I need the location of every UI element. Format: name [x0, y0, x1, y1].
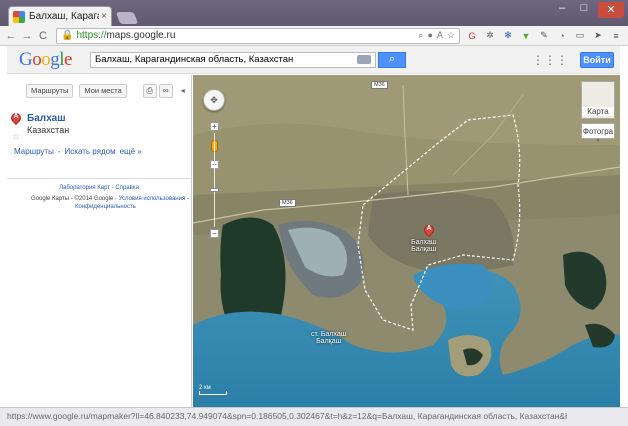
- map-scale: 2 км: [199, 385, 227, 395]
- map-type-control: Карта Фотогра ▼: [581, 81, 615, 144]
- panel-divider: [7, 178, 191, 179]
- result-marker-icon: A: [8, 110, 24, 127]
- routes-button[interactable]: Маршруты: [26, 83, 74, 98]
- star-icon[interactable]: ☆: [12, 131, 20, 142]
- minimize-button[interactable]: –: [552, 2, 572, 14]
- url-text: https://maps.google.ru: [76, 30, 176, 41]
- browser-toolbar: ← → C 🔒 https://maps.google.ru ⌕ ● A ☆ G…: [0, 26, 628, 46]
- extension-gear-icon[interactable]: ✻: [502, 30, 514, 42]
- result-link-nearby[interactable]: Искать рядом: [65, 147, 116, 156]
- result-subtitle: Казахстан: [27, 125, 70, 135]
- chevron-down-icon[interactable]: ▼: [581, 138, 615, 144]
- extension-download-icon[interactable]: ▼: [520, 30, 532, 42]
- city-marker-icon[interactable]: A: [421, 222, 437, 239]
- close-window-button[interactable]: ✕: [598, 2, 624, 18]
- reload-icon[interactable]: C: [36, 30, 50, 42]
- back-icon[interactable]: ←: [4, 30, 18, 42]
- footer-links[interactable]: Лаборатория Карт - Справка: [7, 185, 191, 191]
- bookmark-star-icon[interactable]: ☆: [447, 30, 455, 41]
- zoom-slider-track[interactable]: [214, 133, 215, 227]
- translate-icon[interactable]: A: [437, 30, 443, 41]
- google-header: Google ⌕ ⋮⋮⋮ Войти: [7, 46, 620, 74]
- city-label: Балхаш Балқаш: [411, 239, 437, 253]
- search-icon: ⌕: [388, 53, 396, 65]
- map-canvas[interactable]: ✥ + + − Карта Фотогра ▼ M36 M36 A Балхаш…: [193, 75, 620, 407]
- satellite-imagery: [193, 75, 620, 407]
- search-button[interactable]: ⌕: [377, 51, 406, 68]
- panel-toolbar: Маршруты Мои места ⎙ ∞ ◂: [7, 75, 191, 99]
- search-icon[interactable]: ⌕: [418, 30, 423, 41]
- terms-link[interactable]: - Условия использования -: [113, 196, 189, 202]
- left-panel: Маршруты Мои места ⎙ ∞ ◂ A ☆ Балхаш Каза…: [7, 75, 192, 407]
- pan-control[interactable]: ✥: [203, 89, 225, 111]
- privacy-link[interactable]: Конфиденциальность: [75, 204, 136, 210]
- extension-cast-icon[interactable]: ▭: [574, 30, 586, 42]
- search-result: A ☆ Балхаш Казахстан Маршруты - Искать р…: [7, 110, 191, 156]
- google-maps-favicon-icon: [13, 10, 25, 23]
- my-places-button[interactable]: Мои места: [79, 83, 127, 98]
- link-icon[interactable]: ∞: [158, 83, 173, 98]
- road-label: M36: [279, 199, 296, 207]
- sign-in-button[interactable]: Войти: [580, 51, 614, 68]
- address-bar[interactable]: 🔒 https://maps.google.ru ⌕ ● A ☆: [56, 27, 460, 44]
- browser-tab[interactable]: Балхаш, Карагандинска ×: [8, 6, 112, 26]
- result-link-separator: -: [57, 147, 61, 156]
- extension-puzzle-icon[interactable]: ✲: [484, 30, 496, 42]
- map-type-map-button[interactable]: Карта: [581, 81, 615, 119]
- status-url: https://www.google.ru/mapmaker?ll=46.840…: [7, 411, 567, 421]
- station-label: ст. Балхаш Балқаш: [311, 331, 347, 345]
- tab-close-icon[interactable]: ×: [101, 11, 107, 22]
- forward-icon[interactable]: →: [20, 30, 34, 42]
- zoom-out-button[interactable]: −: [210, 229, 219, 238]
- zoom-in-button[interactable]: +: [210, 122, 219, 131]
- lock-icon: 🔒: [61, 30, 74, 41]
- location-icon[interactable]: ●: [427, 30, 432, 41]
- result-title[interactable]: Балхаш: [27, 113, 191, 124]
- google-logo[interactable]: Google: [19, 49, 72, 71]
- zoom-slider-thumb[interactable]: [210, 188, 219, 192]
- result-links: Маршруты - Искать рядом ещё »: [14, 147, 191, 156]
- result-link-more[interactable]: ещё »: [120, 147, 142, 156]
- footer-legal: Google Карты - ©2014 Google - Условия ис…: [31, 196, 189, 210]
- search-input[interactable]: [94, 54, 357, 65]
- result-link-routes[interactable]: Маршруты: [14, 147, 54, 156]
- new-tab-button[interactable]: [115, 12, 139, 24]
- chrome-menu-icon[interactable]: ≡: [610, 30, 622, 42]
- collapse-panel-icon[interactable]: ◂: [181, 86, 185, 95]
- zoom-control: + + −: [210, 122, 219, 238]
- extension-clock-icon[interactable]: ◔: [556, 30, 568, 42]
- tab-title: Балхаш, Карагандинска: [29, 11, 99, 22]
- apps-grid-icon[interactable]: ⋮⋮⋮: [532, 53, 568, 67]
- print-icon[interactable]: ⎙: [142, 83, 157, 98]
- status-bar: https://www.google.ru/mapmaker?ll=46.840…: [0, 407, 628, 426]
- road-label: M36: [371, 81, 388, 89]
- search-box: [89, 51, 376, 68]
- extension-arrow-icon[interactable]: ➤: [592, 30, 604, 42]
- map-type-satellite-button[interactable]: Фотогра: [581, 123, 615, 139]
- extension-pen-icon[interactable]: ✎: [538, 30, 550, 42]
- extension-gos-icon[interactable]: G: [466, 30, 478, 42]
- keyboard-icon[interactable]: [356, 55, 371, 64]
- maximize-button[interactable]: □: [574, 2, 594, 14]
- tab-bar: Балхаш, Карагандинска × – □ ✕: [0, 0, 628, 26]
